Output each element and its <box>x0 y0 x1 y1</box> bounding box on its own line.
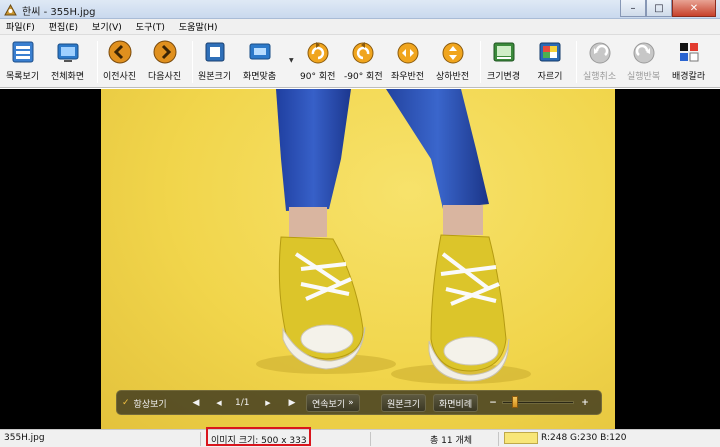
photo <box>101 89 615 429</box>
rotate-90-label: 90° 회전 <box>300 72 336 82</box>
rotate-right-icon <box>304 38 332 66</box>
maximize-button[interactable]: □ <box>646 0 672 17</box>
triangle-right-icon: ▶ <box>288 398 296 408</box>
menu-file[interactable]: 파일(F) <box>6 20 35 33</box>
status-pixel-color: R:248 G:230 B:120 <box>541 433 627 443</box>
resize-icon <box>490 38 518 66</box>
app-icon <box>4 3 17 16</box>
always-show-toggle[interactable]: ✓ 항상보기 <box>122 394 167 412</box>
rotate-neg90-label: -90° 회전 <box>344 72 383 82</box>
double-chevron-right-icon: » <box>348 398 354 408</box>
control-original-size-button[interactable]: 원본크기 <box>381 394 427 412</box>
fit-ratio-label: 화면비례 <box>439 399 473 410</box>
small-triangle-left-icon: ◀ <box>216 399 222 407</box>
full-screen-label: 전체화면 <box>51 72 85 82</box>
crop-button[interactable]: 자르기 <box>536 38 564 86</box>
fit-ratio-button[interactable]: 화면비례 <box>433 394 479 412</box>
arrow-right-icon <box>151 38 179 66</box>
zoom-slider-thumb[interactable] <box>512 396 518 408</box>
resize-label: 크기변경 <box>487 72 521 82</box>
resize-button[interactable]: 크기변경 <box>487 38 520 86</box>
prev-photo-button[interactable]: 이전사진 <box>103 38 136 86</box>
window-title: 한씨 - 355H.jpg <box>22 7 96 18</box>
status-filename: 355H.jpg <box>4 433 45 443</box>
toolbar: 목록보기 전체화면 이전사진 다음사진 원본크기 화면맞춤 ▼ 90° 회전 -… <box>0 35 720 88</box>
rotate-90-button[interactable]: 90° 회전 <box>300 38 335 86</box>
image-size-highlight <box>206 427 311 446</box>
slideshow-label: 연속보기 <box>312 399 346 410</box>
fit-screen-label: 화면맞춤 <box>243 72 277 82</box>
full-screen-button[interactable]: 전체화면 <box>51 38 84 86</box>
bg-color-button[interactable]: 배경칼라 <box>672 38 705 86</box>
first-page-button[interactable]: ◀ <box>188 394 204 412</box>
image-viewer[interactable] <box>0 89 720 429</box>
flip-vertical-button[interactable]: 상하반전 <box>436 38 469 86</box>
arrow-left-icon <box>106 38 134 66</box>
flip-horizontal-icon <box>394 38 422 66</box>
prev-page-button[interactable]: ◀ <box>211 394 227 412</box>
last-page-button[interactable]: ▶ <box>284 394 300 412</box>
flip-horizontal-label: 좌우반전 <box>391 72 425 82</box>
fit-screen-button[interactable]: 화면맞춤 <box>243 38 276 86</box>
color-grid-icon <box>675 38 703 66</box>
rotate-neg90-button[interactable]: -90° 회전 <box>344 38 383 86</box>
next-photo-label: 다음사진 <box>148 72 182 82</box>
flip-vertical-icon <box>439 38 467 66</box>
close-button[interactable]: ✕ <box>672 0 716 17</box>
always-show-label: 항상보기 <box>133 399 167 410</box>
plus-icon: + <box>581 398 589 408</box>
next-page-button[interactable]: ▶ <box>260 394 276 412</box>
page-indicator: 1/1 <box>235 398 250 408</box>
list-view-label: 목록보기 <box>6 72 40 82</box>
original-size-icon <box>201 38 229 66</box>
list-view-button[interactable]: 목록보기 <box>6 38 39 86</box>
next-photo-button[interactable]: 다음사진 <box>148 38 181 86</box>
menu-tools[interactable]: 도구(T) <box>136 20 165 33</box>
redo-label: 실행반복 <box>627 72 661 82</box>
small-triangle-right-icon: ▶ <box>265 399 271 407</box>
menu-help[interactable]: 도움말(H) <box>179 20 218 33</box>
status-bar: 355H.jpg 이미지 크기: 500 x 333 총 11 개체 R:248… <box>0 429 720 447</box>
menu-bar: 파일(F) 편집(E) 보기(V) 도구(T) 도움말(H) <box>0 19 720 35</box>
redo-button[interactable]: 실행반복 <box>627 38 660 86</box>
redo-icon <box>630 38 658 66</box>
undo-button[interactable]: 실행취소 <box>583 38 616 86</box>
flip-horizontal-button[interactable]: 좌우반전 <box>391 38 424 86</box>
menu-view[interactable]: 보기(V) <box>92 20 122 33</box>
original-size-label: 원본크기 <box>198 72 232 82</box>
crop-label: 자르기 <box>537 72 563 82</box>
undo-icon <box>586 38 614 66</box>
triangle-left-icon: ◀ <box>192 398 200 408</box>
title-bar: 한씨 - 355H.jpg – □ ✕ <box>0 0 720 19</box>
original-size-button[interactable]: 원본크기 <box>198 38 231 86</box>
full-screen-icon <box>54 38 82 66</box>
control-original-size-label: 원본크기 <box>387 399 421 410</box>
fit-screen-icon <box>246 38 274 66</box>
fit-dropdown-arrow-icon[interactable]: ▼ <box>289 57 294 64</box>
zoom-in-button[interactable]: + <box>577 394 593 412</box>
bg-color-label: 배경칼라 <box>672 72 706 82</box>
minimize-button[interactable]: – <box>620 0 646 17</box>
minus-icon: − <box>489 398 497 408</box>
checkmark-icon: ✓ <box>122 398 130 408</box>
photo-image <box>256 89 531 384</box>
slideshow-button[interactable]: 연속보기 » <box>306 394 360 412</box>
undo-label: 실행취소 <box>583 72 617 82</box>
list-view-icon <box>9 38 37 66</box>
flip-vertical-label: 상하반전 <box>436 72 470 82</box>
prev-photo-label: 이전사진 <box>103 72 137 82</box>
pixel-color-swatch <box>504 432 538 444</box>
zoom-out-button[interactable]: − <box>485 394 501 412</box>
crop-icon <box>536 38 564 66</box>
rotate-left-icon <box>349 38 377 66</box>
status-total-count: 총 11 개체 <box>430 436 473 446</box>
menu-edit[interactable]: 편집(E) <box>49 20 78 33</box>
